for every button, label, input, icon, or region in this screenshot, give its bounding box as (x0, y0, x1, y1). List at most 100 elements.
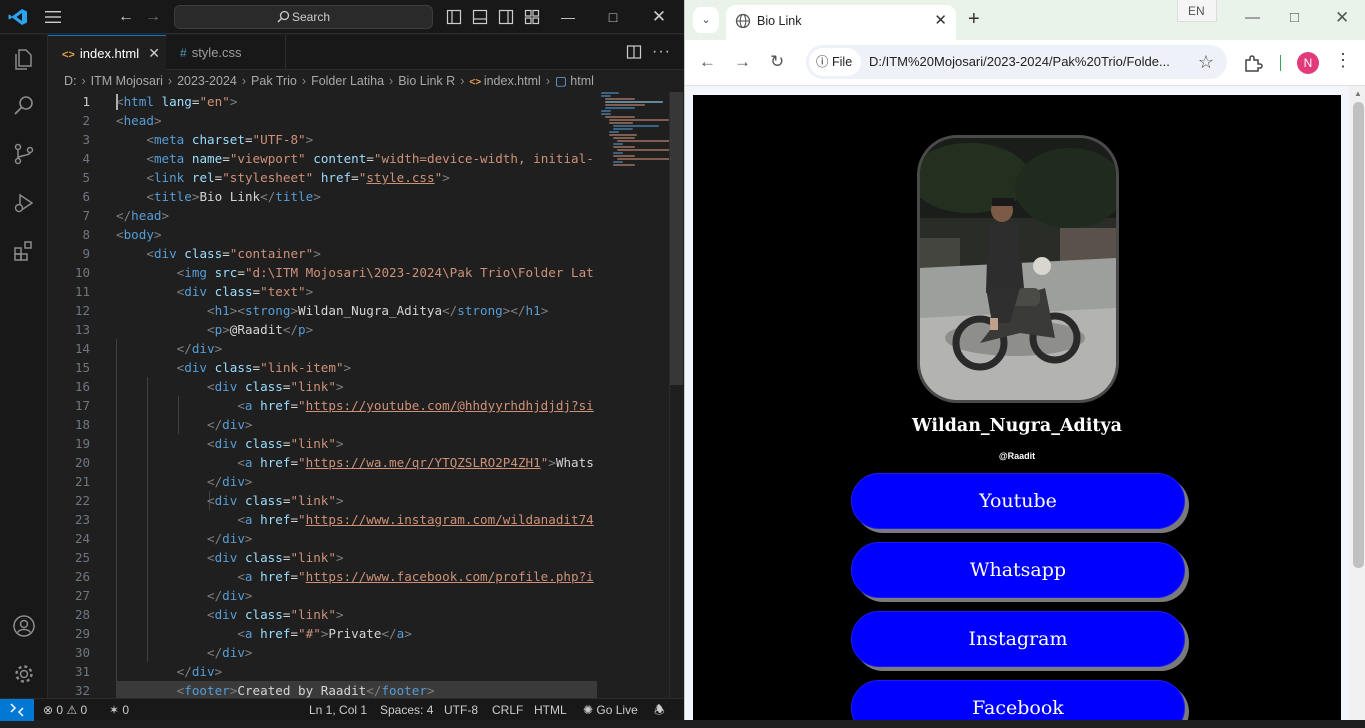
line-number: 13 (74, 322, 90, 337)
menu-icon[interactable] (44, 10, 62, 24)
breadcrumb-item[interactable]: D: (64, 74, 77, 88)
youtube-url[interactable]: https://youtube.com/@hhdyyrhdhjdjdj?si (306, 398, 594, 413)
remote-icon (10, 703, 24, 717)
code-line: <a href="#">Private</a> (237, 626, 412, 641)
tab-search-button[interactable]: ⌄ (693, 7, 719, 33)
line-number: 6 (82, 189, 90, 204)
code-editor[interactable]: 1 2 3 4 5 6 7 8 9 10 11 12 13 14 15 16 1… (48, 92, 684, 698)
scroll-up-arrow-icon[interactable]: ▲ (1354, 89, 1362, 98)
extensions-puzzle-icon[interactable] (1243, 53, 1263, 73)
maximize-icon[interactable]: □ (603, 7, 623, 27)
editor-scrollbar[interactable] (669, 92, 683, 698)
tab-index-html[interactable]: <> index.html ✕ (48, 35, 166, 70)
youtube-link-button[interactable]: Youtube (851, 473, 1185, 529)
command-center-search[interactable]: Search (174, 5, 433, 29)
settings-gear-icon[interactable] (12, 662, 36, 686)
code-line: </div> (207, 588, 253, 603)
back-icon[interactable]: ← (699, 52, 716, 72)
line-number-gutter: 1 2 3 4 5 6 7 8 9 10 11 12 13 14 15 16 1… (48, 92, 98, 698)
url-text[interactable]: D:/ITM%20Mojosari/2023-2024/Pak%20Trio/F… (869, 45, 1189, 79)
line-number: 9 (82, 246, 90, 261)
code-line: <h1><strong>Wildan_Nugra_Aditya</strong>… (207, 303, 549, 318)
reload-icon[interactable]: ↻ (770, 52, 784, 72)
activity-bar (0, 35, 48, 698)
problems-indicator[interactable]: ⊗ 0 ⚠ 0 (43, 699, 87, 721)
close-window-icon[interactable]: ✕ (649, 7, 669, 27)
browser-tab-bio-link[interactable]: Bio Link ✕ (726, 5, 956, 40)
cursor-position[interactable]: Ln 1, Col 1 (309, 699, 367, 721)
ports-indicator[interactable]: ✶ 0 (109, 699, 129, 721)
toggle-secondary-sidebar-icon[interactable] (498, 9, 514, 25)
profile-name: Wildan_Nugra_Aditya (911, 416, 1122, 436)
back-icon[interactable]: ← (118, 8, 134, 26)
line-number: 8 (82, 227, 90, 242)
code-line: </div> (176, 664, 223, 679)
kebab-menu-icon[interactable]: ⋮ (1334, 50, 1352, 70)
line-number: 27 (74, 588, 90, 603)
close-window-icon[interactable]: ✕ (1335, 8, 1349, 28)
go-live-label: Go Live (596, 703, 638, 717)
tab-label: style.css (191, 45, 242, 60)
facebook-link-button[interactable]: Facebook (851, 680, 1185, 720)
tab-style-css[interactable]: # style.css (166, 35, 286, 70)
breadcrumb-item[interactable]: ITM Mojosari (91, 74, 163, 88)
page-scroll-thumb[interactable] (1353, 102, 1364, 568)
status-bar: ⊗ 0 ⚠ 0 ✶ 0 Ln 1, Col 1 Spaces: 4 UTF-8 … (0, 698, 684, 721)
code-line: <div class="link-item"> (176, 360, 352, 375)
toggle-panel-icon[interactable] (472, 9, 488, 25)
forward-icon[interactable]: → (145, 8, 161, 26)
profile-avatar[interactable]: N (1297, 52, 1319, 74)
search-sidebar-icon[interactable] (12, 94, 36, 118)
run-debug-icon[interactable] (12, 191, 36, 215)
whatsapp-url[interactable]: https://wa.me/qr/YTQZSLRO2P4ZH1 (306, 455, 541, 470)
split-editor-icon[interactable] (626, 44, 642, 60)
breadcrumb-item[interactable]: Pak Trio (251, 74, 297, 88)
encoding[interactable]: UTF-8 (444, 699, 478, 721)
whatsapp-link-button[interactable]: Whatsapp (851, 542, 1185, 598)
editor-scroll-thumb[interactable] (670, 92, 683, 385)
line-number: 1 (82, 94, 90, 109)
accounts-icon[interactable] (12, 614, 36, 638)
page-scrollbar[interactable]: ▲ (1349, 86, 1365, 720)
line-number: 24 (74, 531, 90, 546)
remote-button[interactable] (0, 699, 34, 721)
code-lines[interactable]: <html lang="en"> <head> <meta charset="U… (116, 92, 597, 698)
instagram-link-button[interactable]: Instagram (851, 611, 1185, 667)
line-number: 12 (74, 303, 90, 318)
error-count: 0 (56, 703, 64, 717)
breadcrumb-item[interactable]: index.html (484, 74, 541, 88)
address-bar[interactable]: ⓘ File D:/ITM%20Mojosari/2023-2024/Pak%2… (806, 45, 1227, 79)
toggle-sidebar-icon[interactable] (446, 9, 462, 25)
explorer-icon[interactable] (12, 47, 36, 71)
facebook-url[interactable]: https://www.facebook.com/profile.php?i (306, 569, 594, 584)
end-of-line[interactable]: CRLF (492, 699, 523, 721)
breadcrumb-item[interactable]: 2023-2024 (177, 74, 237, 88)
site-info-chip[interactable]: ⓘ File (809, 48, 861, 76)
symbol-icon: ▢ (554, 74, 571, 88)
minimize-icon[interactable]: — (558, 7, 578, 27)
forward-icon[interactable]: → (734, 52, 751, 72)
minimize-icon[interactable]: — (1245, 9, 1260, 26)
line-number: 25 (74, 550, 90, 565)
extensions-icon[interactable] (12, 239, 36, 263)
code-line: <a href="https://youtube.com/@hhdyyrhdhj… (237, 398, 594, 413)
language-mode[interactable]: HTML (534, 699, 567, 721)
go-live-button[interactable]: ✺ Go Live (583, 699, 638, 721)
breadcrumb-item[interactable]: html (570, 74, 594, 88)
notifications-bell-icon[interactable]: 🕭 (654, 699, 665, 721)
source-control-icon[interactable] (12, 142, 36, 166)
more-actions-icon[interactable]: ··· (652, 43, 671, 61)
minimap[interactable] (601, 92, 671, 172)
new-tab-icon[interactable]: + (968, 8, 980, 30)
indentation[interactable]: Spaces: 4 (380, 699, 433, 721)
close-tab-icon[interactable]: ✕ (934, 5, 947, 37)
breadcrumb-item[interactable]: Folder Latiha (311, 74, 384, 88)
close-tab-icon[interactable]: ✕ (148, 36, 160, 71)
breadcrumb-item[interactable]: Bio Link R (398, 74, 455, 88)
instagram-url[interactable]: https://www.instagram.com/wildanadit74 (306, 512, 594, 527)
customize-layout-icon[interactable] (524, 9, 540, 25)
line-number: 19 (74, 436, 90, 451)
bookmark-star-icon[interactable]: ☆ (1198, 45, 1214, 79)
maximize-icon[interactable]: □ (1290, 9, 1299, 26)
input-language-indicator[interactable]: EN (1177, 0, 1217, 22)
